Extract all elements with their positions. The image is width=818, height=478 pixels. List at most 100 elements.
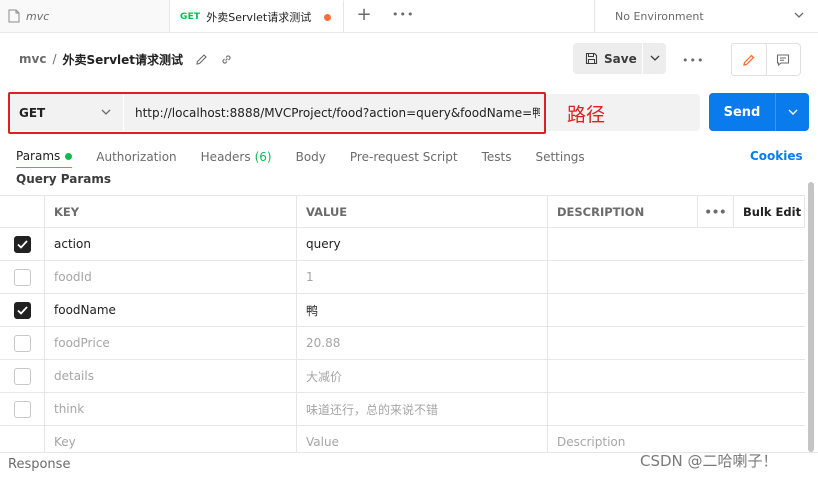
save-button-group: Save xyxy=(573,43,666,74)
tab-authorization[interactable]: Authorization xyxy=(96,146,176,168)
param-description[interactable] xyxy=(547,360,697,392)
tab-settings[interactable]: Settings xyxy=(535,146,584,168)
chevron-down-icon xyxy=(794,12,804,18)
param-key[interactable]: foodPrice xyxy=(44,327,296,359)
table-row: foodPrice 20.88 xyxy=(0,327,805,360)
method-selector[interactable]: GET xyxy=(10,94,124,131)
row-checkbox-cell xyxy=(0,261,44,293)
chevron-down-icon xyxy=(650,55,659,61)
param-key[interactable]: action xyxy=(44,228,296,260)
tab-active-request[interactable]: GET 外卖Servlet请求测试 xyxy=(170,0,344,32)
row-checkbox-checked[interactable] xyxy=(13,235,31,253)
header-value: VALUE xyxy=(296,196,547,228)
tab-pre-request-script[interactable]: Pre-request Script xyxy=(350,146,458,168)
tab-headers-label: Headers xyxy=(200,150,251,164)
response-label[interactable]: Response xyxy=(8,457,70,472)
scrollbar-thumb[interactable] xyxy=(808,182,814,452)
table-row: foodId 1 xyxy=(0,261,805,294)
param-value[interactable]: query xyxy=(296,228,547,260)
document-icon xyxy=(8,9,20,23)
tab-request-name: 外卖Servlet请求测试 xyxy=(206,10,312,24)
bulk-edit-button[interactable]: Bulk Edit xyxy=(733,196,805,228)
header-checkbox-cell xyxy=(0,196,44,228)
chevron-down-icon xyxy=(101,109,111,115)
table-row: foodName 鸭 xyxy=(0,294,805,327)
row-checkbox-checked[interactable] xyxy=(13,301,31,319)
pencil-icon xyxy=(743,54,755,66)
param-key[interactable]: details xyxy=(44,360,296,392)
param-description[interactable] xyxy=(547,327,697,359)
row-checkbox-cell xyxy=(0,294,44,326)
breadcrumb: mvc / 外卖Servlet请求测试 xyxy=(19,49,233,69)
param-description[interactable] xyxy=(547,393,697,425)
row-checkbox-unchecked[interactable] xyxy=(13,334,31,352)
row-checkbox-unchecked[interactable] xyxy=(13,400,31,418)
send-dropdown-button[interactable] xyxy=(776,93,809,131)
tab-method-label: GET xyxy=(180,11,201,22)
tab-authorization-label: Authorization xyxy=(96,150,177,164)
tab-params[interactable]: Params xyxy=(16,146,73,168)
link-icon[interactable] xyxy=(220,53,233,66)
tab-headers[interactable]: Headers (6) xyxy=(201,146,272,168)
save-label: Save xyxy=(604,51,637,66)
edit-mode-button[interactable] xyxy=(731,43,767,76)
save-dropdown-button[interactable] xyxy=(643,55,666,62)
param-description[interactable] xyxy=(547,228,697,260)
param-key[interactable]: foodId xyxy=(44,261,296,293)
param-description[interactable] xyxy=(547,294,697,326)
tab-tests[interactable]: Tests xyxy=(482,146,512,168)
send-button-group: Send xyxy=(709,93,809,131)
annotation-label: 路径 xyxy=(567,104,606,126)
tab-collection[interactable]: mvc xyxy=(0,0,170,32)
breadcrumb-separator: / xyxy=(52,52,57,66)
url-input-wrapper xyxy=(124,94,700,131)
row-checkbox-cell xyxy=(0,393,44,425)
param-value[interactable]: 大减价 xyxy=(296,360,547,392)
headers-count-badge: (6) xyxy=(254,150,272,164)
query-params-table: KEY VALUE DESCRIPTION ••• Bulk Edit acti… xyxy=(0,195,805,459)
tab-collection-label: mvc xyxy=(26,9,50,23)
param-value[interactable]: 味道还行，总的来说不错 xyxy=(296,393,547,425)
tab-settings-label: Settings xyxy=(535,150,585,164)
param-key[interactable]: foodName xyxy=(44,294,296,326)
row-checkbox-cell xyxy=(0,228,44,260)
row-checkbox-unchecked[interactable] xyxy=(13,268,31,286)
row-checkbox-unchecked[interactable] xyxy=(13,367,31,385)
tab-body-label: Body xyxy=(295,150,326,164)
request-more-icon[interactable]: ••• xyxy=(682,54,704,67)
documentation-mode-button[interactable] xyxy=(766,44,800,75)
query-params-title: Query Params xyxy=(16,172,112,186)
page-title[interactable]: 外卖Servlet请求测试 xyxy=(63,51,184,68)
param-description[interactable] xyxy=(547,261,697,293)
tabs-more-icon[interactable]: ••• xyxy=(392,8,413,22)
save-button[interactable]: Save xyxy=(573,43,643,74)
tab-body[interactable]: Body xyxy=(296,146,326,168)
cookies-link[interactable]: Cookies xyxy=(750,149,803,163)
edit-pencil-icon[interactable] xyxy=(195,53,208,66)
tab-bar: mvc GET 外卖Servlet请求测试 + ••• No Environme… xyxy=(0,0,818,33)
chevron-down-icon xyxy=(788,109,797,115)
param-value[interactable]: 1 xyxy=(296,261,547,293)
tab-tests-label: Tests xyxy=(481,150,512,164)
url-input[interactable] xyxy=(135,105,540,120)
environment-label: No Environment xyxy=(615,9,704,23)
header-key: KEY xyxy=(44,196,296,228)
method-label: GET xyxy=(19,105,46,120)
checkmark-icon xyxy=(16,305,28,315)
breadcrumb-parent[interactable]: mvc xyxy=(19,52,46,66)
view-mode-switch xyxy=(731,43,801,76)
tab-params-label: Params xyxy=(16,149,61,163)
send-button[interactable]: Send xyxy=(709,93,776,131)
column-options-icon[interactable]: ••• xyxy=(697,196,733,228)
table-row: details 大减价 xyxy=(0,360,805,393)
params-scrollbar[interactable] xyxy=(807,182,815,452)
watermark-text: CSDN @二哈喇子！ xyxy=(640,452,778,470)
param-key[interactable]: think xyxy=(44,393,296,425)
tab-pre-request-label: Pre-request Script xyxy=(349,150,458,164)
comment-icon xyxy=(776,53,790,66)
new-tab-plus-icon[interactable]: + xyxy=(355,6,373,24)
param-value[interactable]: 鸭 xyxy=(296,294,547,326)
param-value[interactable]: 20.88 xyxy=(296,327,547,359)
environment-selector[interactable]: No Environment xyxy=(594,0,818,32)
request-tabs: Params Authorization Headers (6) Body Pr… xyxy=(16,146,609,168)
